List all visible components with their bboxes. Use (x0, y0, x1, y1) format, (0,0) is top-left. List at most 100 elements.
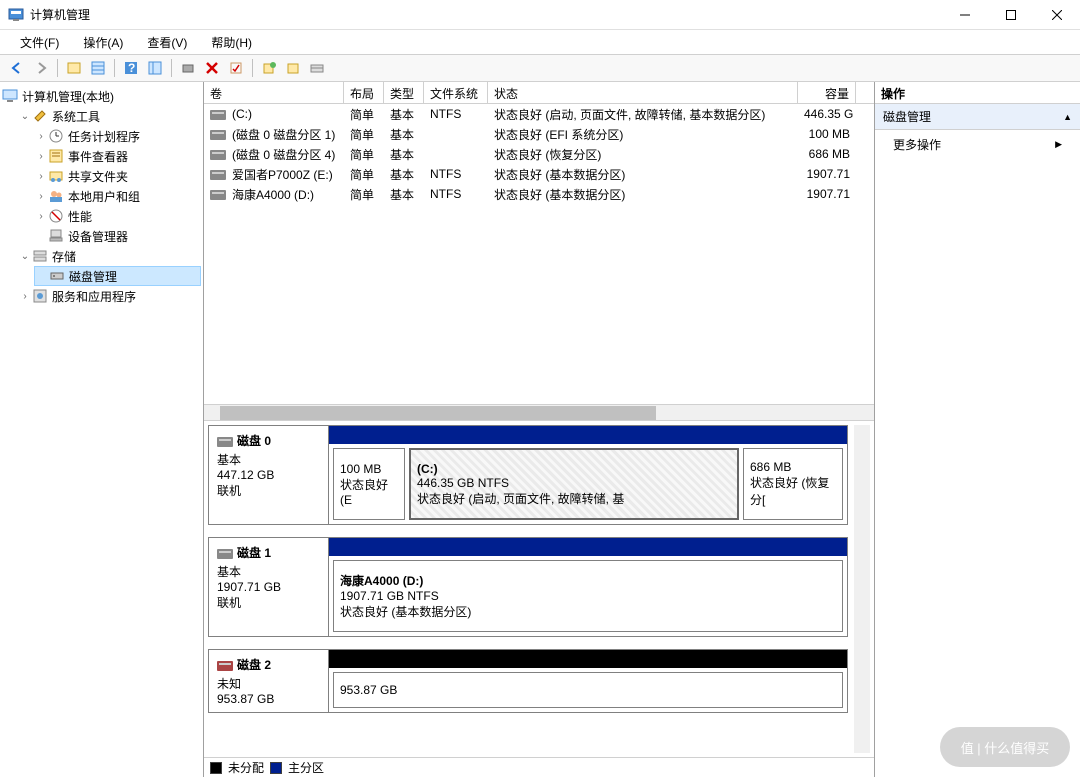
collapse-icon[interactable]: ⌄ (18, 251, 32, 262)
partition-status: 状态良好 (启动, 页面文件, 故障转储, 基 (417, 490, 731, 507)
partition-size: 1907.71 GB NTFS (340, 589, 836, 603)
menu-action[interactable]: 操作(A) (71, 31, 135, 54)
toolbar: ? (0, 54, 1080, 82)
tree-event-viewer[interactable]: ›事件查看器 (34, 146, 201, 166)
legend: 未分配 主分区 (204, 757, 874, 777)
volume-icon (210, 110, 226, 120)
tree-label: 计算机管理(本地) (22, 88, 114, 105)
device-icon (48, 228, 64, 244)
tree-system-tools[interactable]: ⌄ 系统工具 (18, 106, 201, 126)
actions-pane: 操作 磁盘管理 ▲ 更多操作 ▶ (875, 82, 1080, 777)
actions-section[interactable]: 磁盘管理 ▲ (875, 104, 1080, 130)
forward-button[interactable] (30, 57, 52, 79)
expand-icon[interactable]: › (34, 191, 48, 202)
menu-help[interactable]: 帮助(H) (199, 31, 264, 54)
volume-row[interactable]: (C:)简单基本NTFS状态良好 (启动, 页面文件, 故障转储, 基本数据分区… (204, 104, 874, 124)
disk-block-0[interactable]: 磁盘 0 基本 447.12 GB 联机 100 MB 状态良好 (E (C:) (208, 425, 848, 525)
partition-unallocated[interactable]: 953.87 GB (333, 672, 843, 708)
expand-icon[interactable]: › (34, 131, 48, 142)
disk-size: 1907.71 GB (217, 580, 320, 594)
actions-section-label: 磁盘管理 (883, 108, 931, 125)
tree-shared-folders[interactable]: ›共享文件夹 (34, 166, 201, 186)
partition[interactable]: 100 MB 状态良好 (E (333, 448, 405, 520)
col-volume[interactable]: 卷 (204, 82, 344, 103)
menubar: 文件(F) 操作(A) 查看(V) 帮助(H) (0, 30, 1080, 54)
disk-title: 磁盘 0 (237, 434, 271, 448)
tree-device-manager[interactable]: 设备管理器 (34, 226, 201, 246)
tree-task-scheduler[interactable]: ›任务计划程序 (34, 126, 201, 146)
col-type[interactable]: 类型 (384, 82, 424, 103)
volume-icon (210, 170, 226, 180)
collapse-icon[interactable]: ⌄ (18, 111, 32, 122)
volume-row[interactable]: (磁盘 0 磁盘分区 4)简单基本状态良好 (恢复分区)686 MB (204, 144, 874, 164)
volume-row[interactable]: (磁盘 0 磁盘分区 1)简单基本状态良好 (EFI 系统分区)100 MB (204, 124, 874, 144)
partition-size: 100 MB (340, 462, 398, 476)
volume-row[interactable]: 爱国者P7000Z (E:)简单基本NTFS状态良好 (基本数据分区)1907.… (204, 164, 874, 184)
partition[interactable]: 686 MB 状态良好 (恢复分[ (743, 448, 843, 520)
action-folder-button[interactable] (282, 57, 304, 79)
partition-stripe (329, 426, 847, 444)
disk-status: 联机 (217, 594, 320, 611)
horizontal-scrollbar[interactable] (204, 404, 874, 420)
view-detail-button[interactable] (144, 57, 166, 79)
actions-more[interactable]: 更多操作 ▶ (875, 130, 1080, 159)
window-title: 计算机管理 (30, 6, 942, 23)
volume-row[interactable]: 海康A4000 (D:)简单基本NTFS状态良好 (基本数据分区)1907.71 (204, 184, 874, 204)
refresh-button[interactable] (177, 57, 199, 79)
properties-button[interactable] (225, 57, 247, 79)
partition-status: 状态良好 (恢复分[ (750, 474, 836, 508)
watermark: 值 | 什么值得买 (940, 727, 1070, 767)
disk-icon (217, 437, 233, 447)
minimize-button[interactable] (942, 0, 988, 30)
action-settings-button[interactable] (306, 57, 328, 79)
col-layout[interactable]: 布局 (344, 82, 384, 103)
col-filesystem[interactable]: 文件系统 (424, 82, 488, 103)
col-capacity[interactable]: 容量 (798, 82, 856, 103)
tools-icon (32, 108, 48, 124)
tree-local-users[interactable]: ›本地用户和组 (34, 186, 201, 206)
tree-storage[interactable]: ⌄ 存储 (18, 246, 201, 266)
volume-list-body[interactable]: (C:)简单基本NTFS状态良好 (启动, 页面文件, 故障转储, 基本数据分区… (204, 104, 874, 404)
vertical-scrollbar[interactable] (854, 425, 870, 753)
tree-disk-management[interactable]: 磁盘管理 (34, 266, 201, 286)
partition-c[interactable]: (C:) 446.35 GB NTFS 状态良好 (启动, 页面文件, 故障转储… (409, 448, 739, 520)
delete-button[interactable] (201, 57, 223, 79)
expand-icon[interactable]: › (34, 211, 48, 222)
menu-file[interactable]: 文件(F) (8, 31, 71, 54)
back-button[interactable] (6, 57, 28, 79)
volume-icon (210, 190, 226, 200)
maximize-button[interactable] (988, 0, 1034, 30)
disk-icon (217, 549, 233, 559)
expand-icon[interactable]: › (34, 171, 48, 182)
disk-block-2[interactable]: 磁盘 2 未知 953.87 GB 953.87 GB (208, 649, 848, 713)
center-pane: 卷 布局 类型 文件系统 状态 容量 (C:)简单基本NTFS状态良好 (启动,… (204, 82, 875, 777)
share-icon (48, 168, 64, 184)
expand-icon[interactable]: › (34, 151, 48, 162)
disk-info: 磁盘 0 基本 447.12 GB 联机 (209, 426, 329, 524)
close-button[interactable] (1034, 0, 1080, 30)
disk-info: 磁盘 2 未知 953.87 GB (209, 650, 329, 712)
disk-block-1[interactable]: 磁盘 1 基本 1907.71 GB 联机 海康A4000 (D:) 1907.… (208, 537, 848, 637)
legend-label: 主分区 (288, 759, 324, 776)
tree-services-apps[interactable]: › 服务和应用程序 (18, 286, 201, 306)
menu-view[interactable]: 查看(V) (135, 31, 199, 54)
tree-root-node[interactable]: 计算机管理(本地) (2, 86, 201, 106)
volume-header-row: 卷 布局 类型 文件系统 状态 容量 (204, 82, 874, 104)
legend-swatch-unallocated (210, 762, 222, 774)
col-status[interactable]: 状态 (488, 82, 798, 103)
disk-type: 基本 (217, 451, 320, 468)
show-hide-tree-button[interactable] (63, 57, 85, 79)
expand-icon[interactable]: › (18, 291, 32, 302)
tree-performance[interactable]: ›性能 (34, 206, 201, 226)
disk-graphical-area[interactable]: 磁盘 0 基本 447.12 GB 联机 100 MB 状态良好 (E (C:) (204, 421, 874, 757)
console-tree[interactable]: 计算机管理(本地) ⌄ 系统工具 ›任务计划程序 ›事件查看器 ›共享文件夹 ›… (0, 82, 204, 777)
titlebar: 计算机管理 (0, 0, 1080, 30)
event-icon (48, 148, 64, 164)
view-list-button[interactable] (87, 57, 109, 79)
partition-status: 状态良好 (E (340, 476, 398, 507)
partition-d[interactable]: 海康A4000 (D:) 1907.71 GB NTFS 状态良好 (基本数据分… (333, 560, 843, 632)
tree-label: 设备管理器 (68, 228, 128, 245)
help-button[interactable]: ? (120, 57, 142, 79)
action-new-button[interactable] (258, 57, 280, 79)
actions-more-label: 更多操作 (893, 136, 941, 153)
